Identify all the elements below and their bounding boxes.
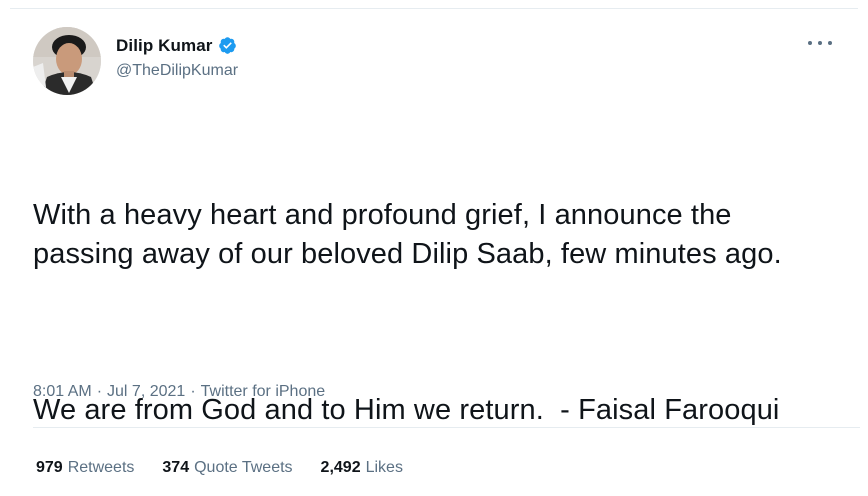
dot-icon — [828, 41, 832, 45]
likes-stat[interactable]: 2,492 Likes — [321, 459, 403, 477]
top-border — [10, 8, 858, 9]
tweet-source[interactable]: Twitter for iPhone — [201, 383, 326, 401]
retweets-stat[interactable]: 979 Retweets — [36, 459, 134, 477]
tweet-meta: 8:01 AM · Jul 7, 2021 · Twitter for iPho… — [33, 383, 325, 401]
avatar-image — [33, 27, 101, 95]
tweet-time[interactable]: 8:01 AM — [33, 383, 92, 401]
dot-icon — [808, 41, 812, 45]
handle[interactable]: @TheDilipKumar — [116, 62, 238, 80]
quote-tweets-stat[interactable]: 374 Quote Tweets — [162, 459, 292, 477]
tweet-text: With a heavy heart and profound grief, I… — [33, 118, 833, 496]
dot-icon — [818, 41, 822, 45]
tweet-date[interactable]: Jul 7, 2021 — [107, 383, 185, 401]
quote-tweets-label: Quote Tweets — [194, 459, 293, 476]
verified-badge-icon — [218, 36, 237, 55]
tweet-header: Dilip Kumar @TheDilipKumar — [33, 27, 238, 95]
likes-label: Likes — [365, 459, 403, 476]
avatar[interactable] — [33, 27, 101, 95]
author-names: Dilip Kumar @TheDilipKumar — [116, 35, 238, 80]
retweets-count: 979 — [36, 459, 63, 476]
tweet-paragraph: With a heavy heart and profound grief, I… — [33, 199, 782, 270]
divider — [33, 427, 860, 428]
tweet-card: Dilip Kumar @TheDilipKumar With a heavy … — [0, 0, 868, 496]
more-horizontal-icon[interactable] — [808, 37, 832, 49]
name-line: Dilip Kumar — [116, 35, 238, 57]
likes-count: 2,492 — [320, 459, 361, 476]
display-name[interactable]: Dilip Kumar — [116, 36, 213, 56]
quote-tweets-count: 374 — [162, 459, 190, 476]
meta-separator: · — [190, 383, 196, 400]
tweet-stats: 979 Retweets 374 Quote Tweets 2,492 Likes — [36, 459, 431, 477]
retweets-label: Retweets — [67, 459, 135, 476]
meta-separator: · — [96, 383, 103, 400]
